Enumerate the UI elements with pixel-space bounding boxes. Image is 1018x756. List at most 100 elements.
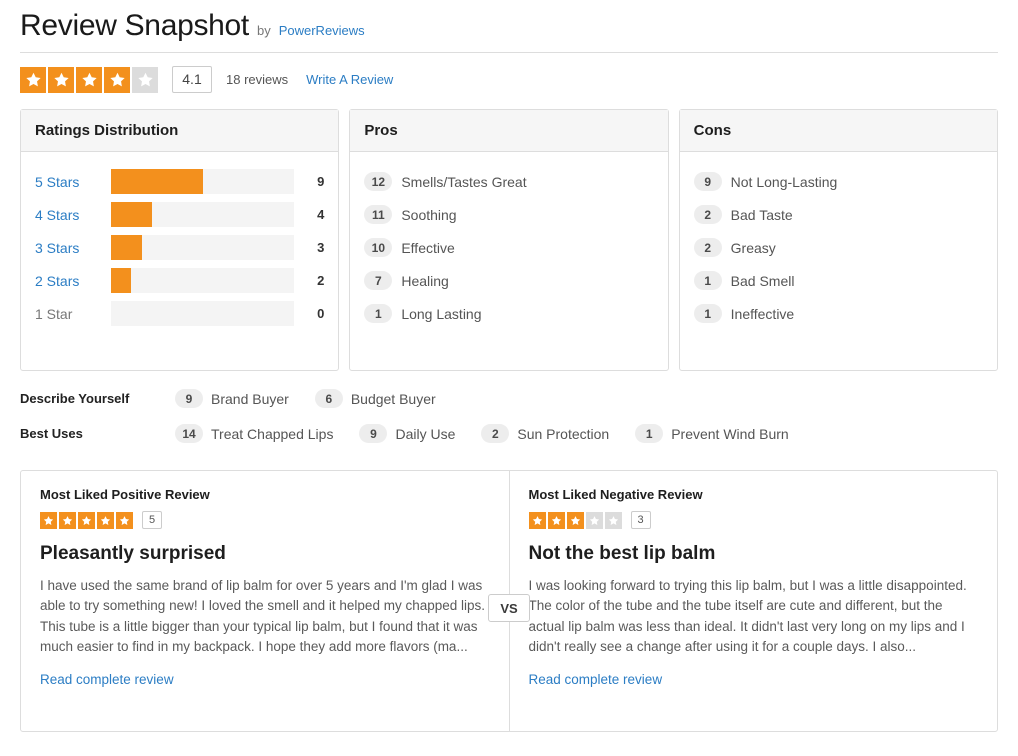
rating-bar-row-2[interactable]: 2 Stars 2 xyxy=(35,264,324,297)
cons-item: 2 Bad Taste xyxy=(694,198,983,231)
positive-review-score: 5 xyxy=(142,511,162,529)
compare-reviews-section: Most Liked Positive Review 5 xyxy=(20,470,998,732)
negative-review-body: I was looking forward to trying this lip… xyxy=(529,576,979,658)
negative-review-title: Not the best lip balm xyxy=(529,543,979,565)
best-uses-items: 14 Treat Chapped Lips 9 Daily Use 2 Sun … xyxy=(175,424,815,443)
most-liked-negative-review: Most Liked Negative Review 3 xyxy=(509,471,998,731)
star-icon-2 xyxy=(548,512,565,529)
pros-label: Smells/Tastes Great xyxy=(401,174,526,190)
positive-review-body: I have used the same brand of lip balm f… xyxy=(40,576,490,658)
star-icon-1 xyxy=(529,512,546,529)
describe-yourself-item-label: Budget Buyer xyxy=(351,391,436,407)
best-uses-label: Best Uses xyxy=(20,426,175,441)
pros-label: Healing xyxy=(401,273,448,289)
rating-bar-label-5[interactable]: 5 Stars xyxy=(35,174,111,190)
best-uses-count-badge: 14 xyxy=(175,424,203,443)
rating-bar-row-3[interactable]: 3 Stars 3 xyxy=(35,231,324,264)
star-icon-4 xyxy=(104,67,130,93)
best-uses-row: Best Uses 14 Treat Chapped Lips 9 Daily … xyxy=(20,424,998,443)
ratings-distribution-body: 5 Stars 9 4 Stars 4 3 Stars xyxy=(21,152,338,344)
rating-bar-track-2 xyxy=(111,268,294,293)
cons-count-badge: 9 xyxy=(694,172,722,191)
star-icon-4 xyxy=(586,512,603,529)
positive-read-complete-review-link[interactable]: Read complete review xyxy=(40,672,174,687)
describe-yourself-count-badge: 9 xyxy=(175,389,203,408)
rating-bar-count-3: 3 xyxy=(294,240,324,255)
best-uses-item: 2 Sun Protection xyxy=(481,424,609,443)
review-snapshot-page: Review Snapshot by PowerReviews 4.1 18 r… xyxy=(0,0,1018,756)
snapshot-header: Review Snapshot by PowerReviews xyxy=(20,0,998,44)
write-a-review-link[interactable]: Write A Review xyxy=(306,72,393,87)
star-icon-5 xyxy=(116,512,133,529)
pros-item: 7 Healing xyxy=(364,264,653,297)
rating-bar-row-5[interactable]: 5 Stars 9 xyxy=(35,165,324,198)
rating-bar-fill-5 xyxy=(111,169,203,194)
cons-label: Bad Smell xyxy=(731,273,795,289)
rating-bar-label-3[interactable]: 3 Stars xyxy=(35,240,111,256)
best-uses-item: 14 Treat Chapped Lips xyxy=(175,424,333,443)
best-uses-item: 1 Prevent Wind Burn xyxy=(635,424,789,443)
positive-review-title: Pleasantly surprised xyxy=(40,543,490,565)
cons-item: 1 Bad Smell xyxy=(694,264,983,297)
pros-item: 12 Smells/Tastes Great xyxy=(364,165,653,198)
cons-label: Greasy xyxy=(731,240,776,256)
describe-yourself-row: Describe Yourself 9 Brand Buyer 6 Budget… xyxy=(20,389,998,408)
cons-count-badge: 2 xyxy=(694,238,722,257)
versus-badge: VS xyxy=(488,594,530,622)
cons-title: Cons xyxy=(680,110,997,152)
best-uses-count-badge: 9 xyxy=(359,424,387,443)
star-icon-3 xyxy=(567,512,584,529)
star-icon-3 xyxy=(78,512,95,529)
page-title: Review Snapshot xyxy=(20,8,249,44)
rating-bar-count-1: 0 xyxy=(294,306,324,321)
star-icon-5 xyxy=(132,67,158,93)
positive-review-star-rating: 5 xyxy=(40,511,162,529)
pros-body: 12 Smells/Tastes Great 11 Soothing 10 Ef… xyxy=(350,152,667,344)
cons-item: 2 Greasy xyxy=(694,231,983,264)
pros-count-badge: 1 xyxy=(364,304,392,323)
pros-item: 1 Long Lasting xyxy=(364,297,653,330)
rating-bar-track-4 xyxy=(111,202,294,227)
pros-count-badge: 12 xyxy=(364,172,392,191)
most-liked-positive-review: Most Liked Positive Review 5 xyxy=(21,471,509,731)
cons-panel: Cons 9 Not Long-Lasting 2 Bad Taste 2 Gr… xyxy=(679,109,998,371)
rating-bar-label-4[interactable]: 4 Stars xyxy=(35,207,111,223)
cons-label: Bad Taste xyxy=(731,207,793,223)
rating-bar-fill-3 xyxy=(111,235,142,260)
cons-count-badge: 1 xyxy=(694,271,722,290)
pros-label: Effective xyxy=(401,240,454,256)
rating-bar-fill-2 xyxy=(111,268,131,293)
rating-bar-fill-4 xyxy=(111,202,152,227)
best-uses-item: 9 Daily Use xyxy=(359,424,455,443)
rating-bar-count-4: 4 xyxy=(294,207,324,222)
best-uses-item-label: Sun Protection xyxy=(517,426,609,442)
rating-bar-label-2[interactable]: 2 Stars xyxy=(35,273,111,289)
negative-review-score: 3 xyxy=(631,511,651,529)
describe-yourself-count-badge: 6 xyxy=(315,389,343,408)
overall-star-rating xyxy=(20,67,158,93)
pros-label: Long Lasting xyxy=(401,306,481,322)
negative-review-star-rating: 3 xyxy=(529,511,651,529)
star-icon-2 xyxy=(48,67,74,93)
describe-yourself-item-label: Brand Buyer xyxy=(211,391,289,407)
negative-read-complete-review-link[interactable]: Read complete review xyxy=(529,672,663,687)
best-uses-item-label: Treat Chapped Lips xyxy=(211,426,333,442)
star-icon-1 xyxy=(20,67,46,93)
rating-summary: 4.1 18 reviews Write A Review xyxy=(20,53,998,93)
cons-label: Ineffective xyxy=(731,306,795,322)
pros-title: Pros xyxy=(350,110,667,152)
describe-yourself-item: 6 Budget Buyer xyxy=(315,389,436,408)
ratings-distribution-title: Ratings Distribution xyxy=(21,110,338,152)
rating-bar-count-5: 9 xyxy=(294,174,324,189)
summary-panels: Ratings Distribution 5 Stars 9 4 Stars 4 xyxy=(20,109,998,371)
rating-bar-row-4[interactable]: 4 Stars 4 xyxy=(35,198,324,231)
pros-panel: Pros 12 Smells/Tastes Great 11 Soothing … xyxy=(349,109,668,371)
best-uses-count-badge: 1 xyxy=(635,424,663,443)
negative-review-kicker: Most Liked Negative Review xyxy=(529,487,979,502)
rating-bar-track-5 xyxy=(111,169,294,194)
pros-label: Soothing xyxy=(401,207,456,223)
best-uses-item-label: Daily Use xyxy=(395,426,455,442)
rating-bar-track-3 xyxy=(111,235,294,260)
pros-item: 11 Soothing xyxy=(364,198,653,231)
powerreviews-link[interactable]: PowerReviews xyxy=(279,23,365,38)
